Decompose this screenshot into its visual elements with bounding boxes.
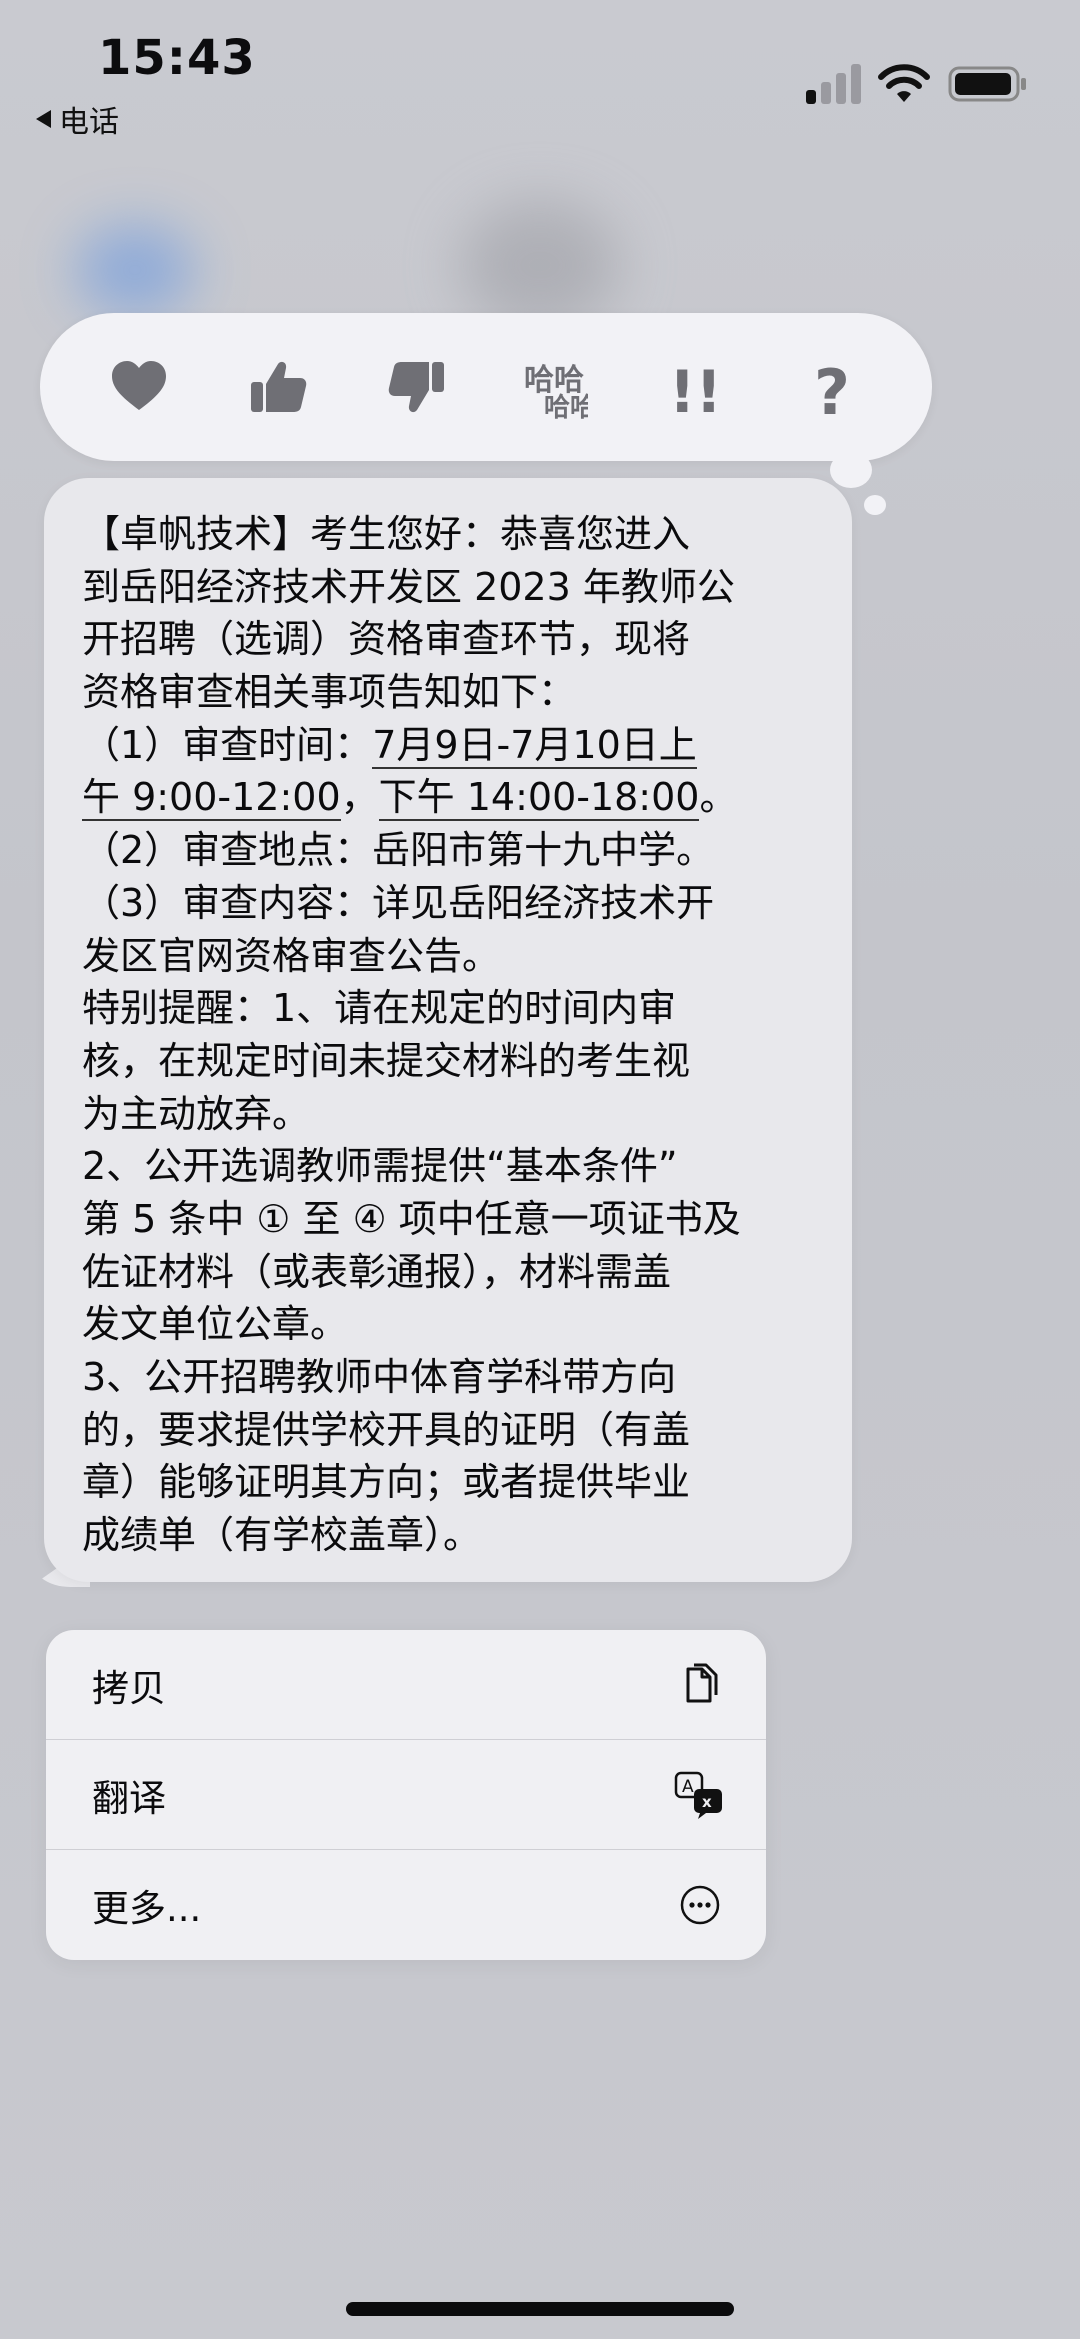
menu-item-label: 更多... [92,1887,202,1930]
thumbs-up-icon [250,361,307,412]
message-line: 的，要求提供学校开具的证明（有盖 [82,1407,691,1452]
wifi-icon [878,64,930,102]
heart-icon [112,361,167,410]
time-link-afternoon[interactable]: 下午 14:00-18:00 [378,775,700,822]
tapback-haha-button[interactable]: 哈哈 哈哈 [515,347,595,427]
message-line: 开招聘（选调）资格审查环节，现将 [82,617,691,662]
more-icon [674,1879,726,1931]
period: 。 [699,775,738,820]
message-line-review-time: （1）审查时间：7月9日-7月10日上 [82,719,814,772]
svg-text:x: x [702,1793,712,1811]
tapback-heart-button[interactable] [99,347,179,427]
home-indicator[interactable] [346,2302,734,2316]
menu-item-translate[interactable]: 翻译 A x [46,1740,766,1850]
message-line: 发文单位公章。 [82,1302,349,1347]
tapback-thumbs-up-button[interactable] [238,347,318,427]
thumbs-down-icon [388,362,444,413]
message-line: 发区官网资格审查公告。 [82,933,501,978]
context-menu: 拷贝 翻译 A x 更多... [46,1630,766,1960]
back-arrow-icon [36,110,51,128]
back-to-app-button[interactable]: 电话 [36,97,119,141]
tapback-bubble-dot [830,452,872,488]
double-exclamation-icon: !! [669,358,722,420]
message-line: 到岳阳经济技术开发区 2023 年教师公 [82,564,735,609]
message-line: 特别提醒：1、请在规定的时间内审 [82,986,677,1031]
separator: ， [340,775,379,820]
message-line: 核，在规定时间未提交材料的考生视 [82,1038,691,1083]
message-line: 资格审查相关事项告知如下： [82,670,577,715]
copy-icon [674,1659,726,1711]
tapback-emphasize-button[interactable]: !! [654,347,734,427]
back-app-label: 电话 [59,105,119,140]
message-line: 2、公开选调教师需提供“基本条件” [82,1144,678,1189]
blurred-contact-avatar [460,200,620,330]
blurred-avatar [75,225,195,315]
menu-item-label: 翻译 [92,1776,166,1820]
message-line: （3）审查内容：详见岳阳经济技术开 [82,880,715,925]
signal-icon [806,64,861,104]
tapback-thumbs-down-button[interactable] [377,347,457,427]
message-line: 为主动放弃。 [82,1091,311,1136]
message-line: 成绩单（有学校盖章）。 [82,1513,482,1558]
question-icon: ? [814,356,850,420]
tapback-bar: 哈哈 哈哈 !! ? [40,313,932,461]
haha-icon: 哈哈 哈哈 [524,363,588,420]
menu-item-copy[interactable]: 拷贝 [46,1630,766,1740]
message-line: 章）能够证明其方向；或者提供毕业 [82,1460,691,1505]
time-link-morning[interactable]: 午 9:00-12:00 [82,775,341,822]
svg-text:哈哈: 哈哈 [544,393,588,420]
message-line: 佐证材料（或表彰通报），材料需盖 [82,1249,672,1294]
svg-text:A: A [682,1777,694,1797]
review-time-label: （1）审查时间： [82,722,373,767]
menu-item-more[interactable]: 更多... [46,1850,766,1960]
message-line: （2）审查地点：岳阳市第十九中学。 [82,828,715,873]
menu-item-label: 拷贝 [92,1666,166,1710]
tapback-question-button[interactable]: ? [793,347,873,427]
status-time: 15:43 [98,30,256,86]
tapback-bubble-dot-small [864,495,886,515]
battery-icon [948,66,1026,102]
message-line: 【卓帆技术】考生您好：恭喜您进入 [82,512,691,556]
date-link[interactable]: 7月9日-7月10日上 [372,722,697,769]
translate-icon: A x [674,1769,726,1821]
message-bubble[interactable]: 【卓帆技术】考生您好：恭喜您进入 到岳阳经济技术开发区 2023 年教师公 开招… [44,478,852,1582]
svg-text:!!: !! [669,358,722,420]
message-line: 第 5 条中 ① 至 ④ 项中任意一项证书及 [82,1196,741,1241]
svg-text:?: ? [814,356,850,420]
message-line: 3、公开招聘教师中体育学科带方向 [82,1355,677,1399]
message-line-review-hours: 午 9:00-12:00，下午 14:00-18:00。 [82,771,814,824]
